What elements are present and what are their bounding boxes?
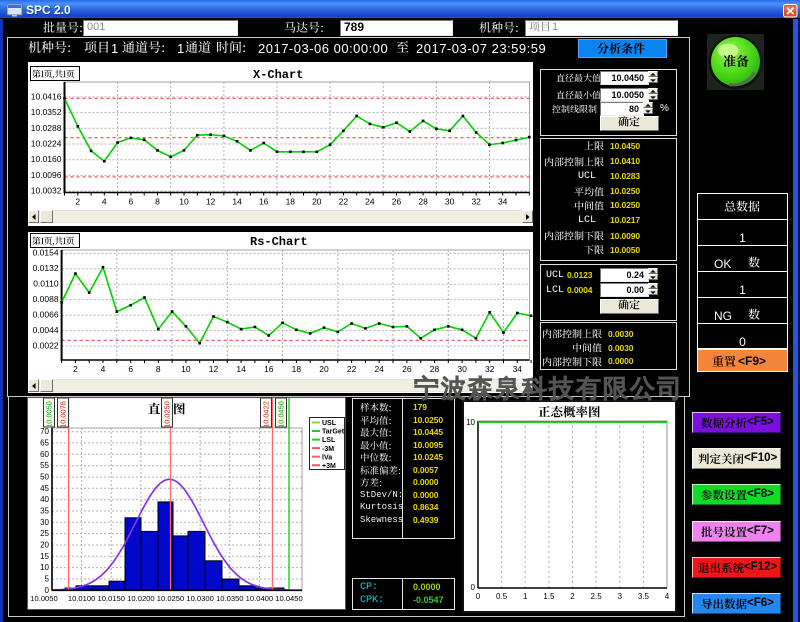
svg-text:3.5: 3.5	[638, 592, 650, 601]
svg-text:2.5: 2.5	[591, 592, 603, 601]
svg-text:1: 1	[523, 592, 528, 601]
svg-text:0: 0	[476, 592, 481, 601]
svg-text:1.5: 1.5	[543, 592, 555, 601]
svg-text:0: 0	[471, 583, 476, 592]
svg-text:3: 3	[618, 592, 623, 601]
svg-text:10: 10	[466, 418, 475, 427]
svg-text:4: 4	[665, 592, 670, 601]
svg-text:0.5: 0.5	[496, 592, 508, 601]
svg-text:2: 2	[570, 592, 575, 601]
